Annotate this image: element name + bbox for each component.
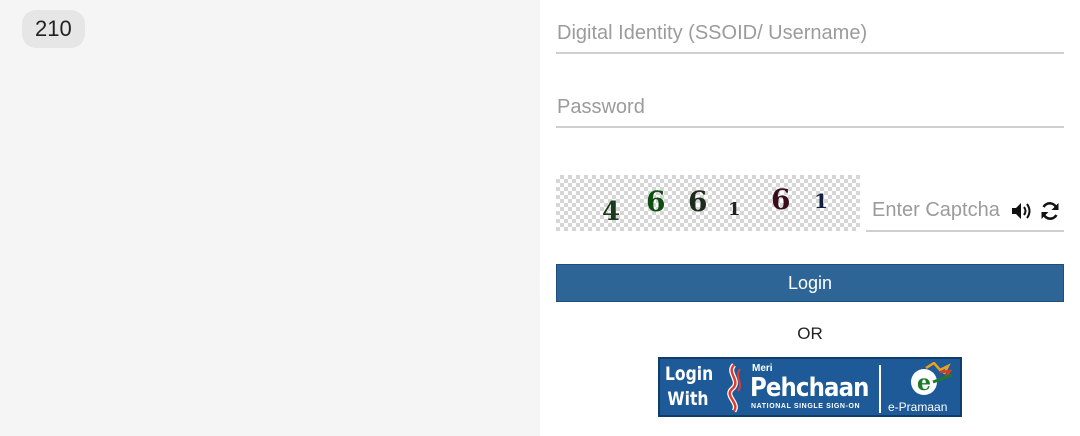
captcha-digit: 6	[688, 185, 708, 218]
meri-pehchaan-logo-icon	[727, 363, 741, 413]
pehchaan-text: Pehchaan	[750, 373, 869, 403]
login-form: 4 6 6 1 6 1	[540, 0, 1080, 436]
speaker-icon[interactable]	[1010, 199, 1034, 223]
captcha-digit: 6	[771, 183, 791, 216]
login-page: 210 4 6 6 1 6 1	[0, 0, 1080, 436]
svg-text:e: e	[917, 370, 931, 396]
meri-pehchaan-login-button[interactable]: Login With Meri Pehchaan NATIONAL SINGLE…	[658, 357, 962, 417]
count-badge: 210	[22, 10, 85, 48]
login-with-line1: Login	[665, 363, 714, 385]
password-input[interactable]	[556, 88, 1064, 126]
username-input[interactable]	[556, 14, 1064, 52]
username-field	[556, 14, 1064, 54]
captcha-input[interactable]	[872, 190, 1002, 230]
login-button[interactable]: Login	[556, 264, 1064, 302]
e-pramaan-text: e-Pramaan	[888, 400, 948, 414]
captcha-digit: 4	[602, 197, 621, 227]
banner-divider	[879, 365, 881, 413]
login-with-text: Login With	[665, 362, 714, 412]
captcha-digit: 1	[814, 189, 828, 213]
login-with-line2: With	[667, 388, 709, 410]
password-field	[556, 88, 1064, 128]
captcha-field	[866, 190, 1064, 232]
refresh-icon[interactable]	[1038, 199, 1062, 223]
sso-subtitle: NATIONAL SINGLE SIGN-ON	[751, 403, 861, 410]
captcha-digit: 6	[646, 185, 666, 218]
e-pramaan-logo-icon: e	[911, 362, 953, 396]
or-separator: OR	[797, 324, 823, 343]
captcha-image: 4 6 6 1 6 1	[556, 175, 860, 231]
captcha-digit: 1	[728, 199, 741, 220]
left-panel: 210	[0, 0, 540, 436]
